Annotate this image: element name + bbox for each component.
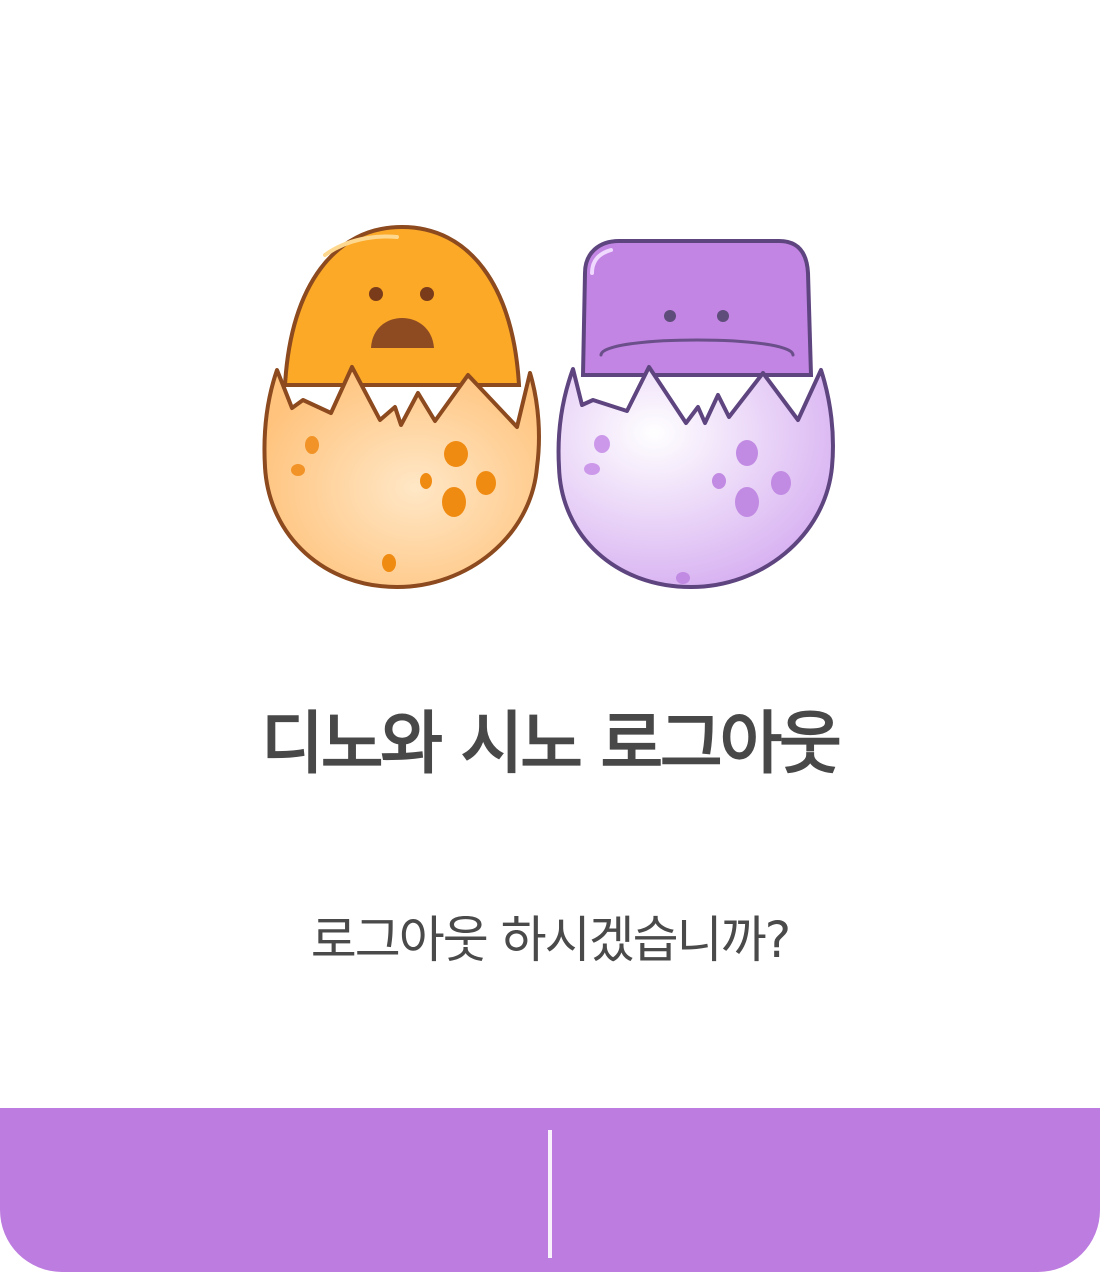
dialog-action-bar — [0, 1108, 1100, 1272]
confirm-logout-button[interactable] — [552, 1108, 1100, 1272]
dialog-message: 로그아웃 하시겠습니까? — [310, 911, 791, 969]
dialog-title: 디노와 시노 로그아웃 — [261, 705, 841, 784]
logout-dialog: 디노와 시노 로그아웃 로그아웃 하시겠습니까? — [0, 0, 1100, 1272]
mascot-illustration — [262, 224, 835, 589]
orange-dino-egg-icon — [262, 224, 541, 589]
button-divider — [548, 1130, 552, 1258]
purple-dino-egg-icon — [556, 239, 835, 589]
cancel-button[interactable] — [0, 1108, 548, 1272]
